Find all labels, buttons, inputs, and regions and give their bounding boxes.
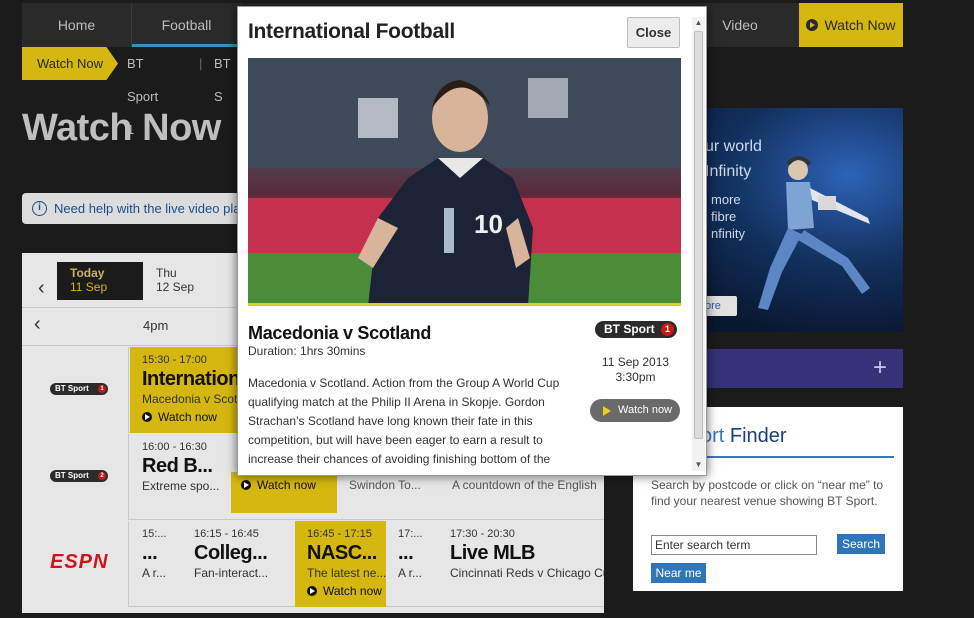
programme-cell[interactable]: 16:15 - 16:45 Colleg... Fan-interact... <box>182 521 295 607</box>
ad-text: nfinity <box>711 226 745 241</box>
ad-text: Infinity <box>705 163 752 180</box>
prev-time-arrow-icon[interactable]: ‹ <box>34 313 41 336</box>
play-icon <box>307 586 317 596</box>
channel-number: 1 <box>661 323 674 336</box>
watch-now-label: Watch Now <box>824 17 896 33</box>
finder-instructions: Search by postcode or click on “near me”… <box>651 478 884 508</box>
programme-cell[interactable]: 17:... ... A r... <box>386 521 438 607</box>
programme-title: Colleg... <box>194 542 268 564</box>
svg-text:10: 10 <box>474 209 503 239</box>
espn-logo: ESPN <box>50 551 109 573</box>
programme-time: 16:15 - 16:45 <box>194 528 259 540</box>
nav-football[interactable]: Football <box>132 3 242 47</box>
footballer-photo: 10 <box>248 58 681 306</box>
channel-logo: ESPN <box>22 521 129 607</box>
programme-time: 17:30 - 20:30 <box>450 528 515 540</box>
ad-text: ur world <box>705 138 762 155</box>
finder-search-input[interactable] <box>651 535 817 555</box>
modal-scrollbar[interactable]: ▲ ▼ <box>692 17 705 471</box>
page-title: Watch Now <box>22 107 221 149</box>
subnav-bt-sport-1[interactable]: BT Sport 1 <box>127 47 158 137</box>
finder-title-part2: Finder <box>724 425 787 447</box>
date-next[interactable]: Thu 12 Sep <box>156 266 194 294</box>
programme-modal: International Football Close ▲ ▼ 10 Mace… <box>237 6 707 476</box>
channel-name: BT Sport <box>604 322 655 336</box>
air-date-time: 3:30pm <box>615 370 656 384</box>
programme-desc: The latest ne... <box>307 566 386 580</box>
prev-day-arrow-icon[interactable]: ‹ <box>38 277 45 300</box>
ad-text: fibre <box>711 209 737 224</box>
match-title: Macedonia v Scotland <box>248 323 432 343</box>
watch-now-button[interactable]: Watch Now <box>799 3 903 47</box>
guitarist-figure-image <box>758 156 870 310</box>
finder-search-button[interactable]: Search <box>837 534 885 554</box>
programme-desc: A r... <box>142 566 167 580</box>
air-date: 11 Sep 2013 3:30pm <box>588 355 683 385</box>
close-button[interactable]: Close <box>627 17 680 48</box>
today-day: Today <box>70 266 105 280</box>
next-day: Thu <box>156 266 177 280</box>
programme-title: NASC... <box>307 542 377 564</box>
watch-now-label: Watch now <box>257 478 316 492</box>
bt-sport-2-logo: BT Sport 2 <box>50 470 108 482</box>
plus-icon[interactable]: + <box>873 356 887 380</box>
programme-desc: Cincinnati Reds v Chicago Cu <box>450 566 604 580</box>
near-me-button[interactable]: Near me <box>651 563 706 583</box>
bt-sport-1-logo: BT Sport 1 <box>595 321 677 338</box>
scrollbar-thumb[interactable] <box>694 31 703 439</box>
modal-title: International Football <box>248 20 455 43</box>
watch-now-label: Watch now <box>158 410 217 424</box>
nav-home[interactable]: Home <box>22 3 132 47</box>
play-icon <box>241 480 251 490</box>
scroll-up-arrow-icon[interactable]: ▲ <box>692 17 705 29</box>
help-bar[interactable]: i Need help with the live video pla <box>22 193 272 224</box>
channel-row-espn: ESPN 15:... ... A r... 16:15 - 16:45 Col… <box>22 521 604 607</box>
programme-cell[interactable]: 16:45 - 17:15 NASC... The latest ne... W… <box>295 521 386 607</box>
programme-time: 16:45 - 17:15 <box>307 528 372 540</box>
subnav-bt-sport-2[interactable]: BT S <box>214 47 230 104</box>
watch-now-button[interactable]: Watch now <box>590 399 680 422</box>
watch-now-label: Watch now <box>323 584 382 598</box>
date-today[interactable]: Today 11 Sep <box>57 262 143 300</box>
programme-title: Live MLB <box>450 542 535 564</box>
info-icon: i <box>32 201 47 216</box>
match-description: Macedonia v Scotland. Action from the Gr… <box>248 376 560 466</box>
next-date: 12 Sep <box>156 280 195 294</box>
play-icon <box>142 412 152 422</box>
subnav-divider: | <box>199 56 203 71</box>
programme-title: ... <box>398 542 414 564</box>
watch-now-link[interactable]: Watch now <box>307 584 382 598</box>
channel-logo: BT Sport 2 <box>22 434 129 520</box>
ad-more-button[interactable]: ore <box>703 296 737 316</box>
programme-title: ... <box>142 542 158 564</box>
ad-text: more <box>711 192 741 207</box>
air-date-day: 11 Sep 2013 <box>601 355 670 369</box>
help-text: Need help with the live video pla <box>54 201 241 216</box>
channel-logo: BT Sport 1 <box>22 347 129 433</box>
finder-title: ort Finder <box>701 425 787 448</box>
programme-desc: Fan-interact... <box>194 566 269 580</box>
hero-underline <box>248 303 681 306</box>
bt-sport-1-logo: BT Sport 1 <box>50 383 108 395</box>
programme-cell[interactable]: 15:... ... A r... <box>130 521 182 607</box>
watch-now-link[interactable]: Watch now <box>241 478 327 492</box>
programme-cell[interactable]: Watch now <box>231 472 337 513</box>
today-date: 11 Sep <box>70 280 108 294</box>
programme-cell[interactable]: 17:30 - 20:30 Live MLB Cincinnati Reds v… <box>438 521 604 607</box>
programme-desc: A r... <box>398 566 423 580</box>
scroll-down-arrow-icon[interactable]: ▼ <box>692 459 705 471</box>
subnav-watch-now-tag[interactable]: Watch Now <box>22 47 118 80</box>
programme-time: 17:... <box>398 528 423 540</box>
time-label: 4pm <box>143 318 169 333</box>
programme-desc: A countdown of the English <box>452 478 597 492</box>
nav-video[interactable]: Video <box>705 3 775 47</box>
programme-desc: Swindon To... <box>349 478 421 492</box>
programme-time: 15:... <box>142 528 167 540</box>
match-duration: Duration: 1hrs 30mins <box>248 344 366 358</box>
play-icon <box>806 19 819 31</box>
match-hero-image: 10 <box>248 58 681 306</box>
